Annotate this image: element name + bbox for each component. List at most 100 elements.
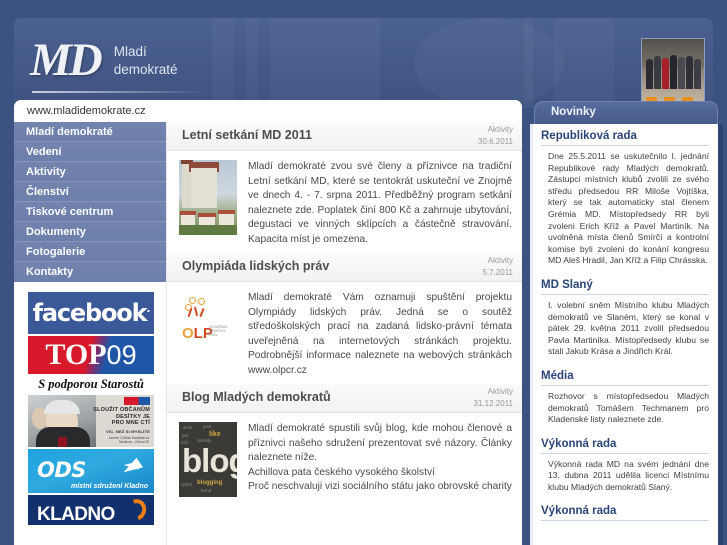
kampan-tie — [58, 437, 67, 447]
kampan-slogan-line4: VÍC, NEŽ SI MYSLÍTE — [105, 428, 150, 434]
thumb-house-roof — [180, 211, 196, 215]
main-content-shell: Mladí demokraté Vedení Aktivity Členství… — [14, 122, 522, 545]
article-date: 5.7.2011 — [482, 267, 513, 277]
article-category: Aktivity — [487, 256, 513, 265]
article-meta: Aktivity 31.12.2011 — [474, 386, 513, 409]
banner-ghost-shape — [524, 18, 533, 108]
news-heading-republikova-rada[interactable]: Republiková rada — [541, 130, 709, 146]
main-navigation: Mladí demokraté Vedení Aktivity Členství… — [14, 122, 166, 282]
article-meta: Aktivity 5.7.2011 — [482, 255, 513, 278]
banner-ghost-shape — [270, 18, 380, 108]
article-thumbnail-olp-logo[interactable]: OLP OLYMPIÁDA LIDSKÝCH PRÁV — [179, 291, 237, 366]
article-title[interactable]: Letní setkání MD 2011 — [182, 128, 312, 142]
ods-subtitle: místní sdružení Kladno — [70, 483, 148, 490]
cloud-word: trend — [201, 488, 212, 493]
news-heading-vykonna-rada-2[interactable]: Výkonná rada — [541, 505, 709, 522]
banner-facebook[interactable]: facebook. — [28, 292, 154, 334]
olp-circle-icon — [198, 298, 205, 305]
sidebar-item-dokumenty[interactable]: Dokumenty — [14, 222, 166, 242]
banner-kampan-chlibec[interactable]: SLOUŽIT OBČANŮM DESÍTKY JE PRO MNE CTÍ V… — [28, 395, 154, 447]
olp-subtitle: OLYMPIÁDA LIDSKÝCH PRÁV — [209, 325, 228, 338]
ods-bird-icon — [120, 456, 144, 473]
article-text: Mladí demokraté zvou své členy a přízniv… — [248, 161, 512, 245]
article-link-2[interactable]: Proč neschvaluji vizi sociálního státu j… — [248, 480, 512, 495]
logo-line-2: demokraté — [113, 62, 178, 77]
article-list: Letní setkání MD 2011 Aktivity 30.6.2011 — [166, 122, 522, 545]
facebook-wordmark: facebook. — [32, 299, 151, 327]
sidebar-item-mladi-demokrate[interactable]: Mladí demokraté — [14, 122, 166, 142]
cloud-word: get — [182, 433, 189, 438]
article-link-1[interactable]: Achillova pata českého vysokého školství — [248, 466, 512, 481]
article-category: Aktivity — [487, 125, 513, 134]
panel-right-edge — [718, 124, 723, 545]
top09-wordmark: TOP09 — [45, 338, 137, 371]
kampan-slogan: SLOUŽIT OBČANŮM DESÍTKY JE PRO MNE CTÍ V… — [88, 407, 150, 435]
thumb-house-roof — [198, 213, 216, 217]
news-heading-media[interactable]: Média — [541, 370, 709, 386]
sidebar-item-aktivity[interactable]: Aktivity — [14, 162, 166, 182]
kladno-swoosh-icon — [122, 495, 150, 525]
olp-figure-icon — [199, 308, 205, 317]
header-group-photo — [641, 38, 705, 108]
sidebar-item-tiskove-centrum[interactable]: Tiskové centrum — [14, 202, 166, 222]
photo-person — [678, 56, 685, 89]
banner-ghost-shape — [414, 18, 564, 108]
ods-wordmark: ODS — [37, 458, 86, 482]
kampan-hair — [44, 400, 80, 414]
logo-wordmark: Mladí demokraté — [114, 43, 178, 79]
site-url-tab[interactable]: www.mladidemokrate.cz — [14, 100, 522, 122]
banner-kladno[interactable]: KLADNO — [28, 495, 154, 525]
kampan-slogan-line1: SLOUŽIT OBČANŮM — [93, 407, 150, 413]
page-root: MD Mladí demokraté www.mladidemokrate.cz… — [0, 0, 727, 545]
thumb-church-body — [191, 168, 217, 208]
logo-underline — [32, 91, 207, 93]
photo-person — [646, 58, 653, 89]
left-sidebar: Mladí demokraté Vedení Aktivity Členství… — [14, 122, 166, 545]
sidebar-item-clenstvi[interactable]: Členství — [14, 182, 166, 202]
site-logo[interactable]: MD Mladí demokraté — [30, 34, 178, 86]
cloud-word: blogging — [197, 480, 223, 486]
banner-starostove[interactable]: S podporou Starostů — [28, 376, 154, 393]
tab-novinky[interactable]: Novinky — [534, 101, 718, 124]
article-date: 31.12.2011 — [473, 398, 513, 408]
cloud-word: like — [209, 431, 221, 438]
photo-person — [694, 58, 701, 89]
cloud-word: post — [203, 424, 212, 429]
news-list: Republiková rada Dne 25.5.2011 se uskute… — [533, 124, 718, 522]
sidebar-item-fotogalerie[interactable]: Fotogalerie — [14, 242, 166, 262]
article-text-main: Mladí demokraté spustili svůj blog, kde … — [248, 423, 512, 463]
article-meta: Aktivity 30.6.2011 — [478, 124, 513, 147]
thumb-house-roof — [218, 210, 235, 214]
sidebar-item-vedeni[interactable]: Vedení — [14, 142, 166, 162]
banner-ghost-shape — [554, 18, 614, 108]
kladno-wordmark: KLADNO — [37, 504, 115, 525]
article-category: Aktivity — [487, 387, 513, 396]
news-panel: Republiková rada Dne 25.5.2011 se uskute… — [530, 124, 718, 545]
news-heading-vykonna-rada-1[interactable]: Výkonná rada — [541, 438, 709, 454]
banner-ghost-shape — [212, 18, 234, 108]
banner-ods-kladno[interactable]: ODS místní sdružení Kladno — [28, 449, 154, 493]
article-body: OLP OLYMPIÁDA LIDSKÝCH PRÁV Mladí demokrat… — [167, 282, 522, 384]
article-title[interactable]: Olympiáda lidských práv — [182, 259, 329, 273]
logo-line-1: Mladí — [113, 44, 147, 59]
site-header-banner: MD Mladí demokraté — [14, 18, 713, 108]
article-date: 30.6.2011 — [478, 136, 513, 146]
logo-initials-md: MD — [30, 34, 103, 86]
banner-top09[interactable]: TOP09 — [28, 336, 154, 374]
photo-person — [686, 55, 693, 89]
article-text: Mladí demokraté Vám oznamuji spuštění pr… — [248, 292, 512, 376]
news-body: Dne 25.5.2011 se uskutečnilo I. jednání … — [548, 151, 709, 266]
sidebar-item-kontakty[interactable]: Kontakty — [14, 262, 166, 282]
article-body: write post like get identity info blog r… — [167, 413, 522, 503]
article-header: Blog Mladých demokratů Aktivity 31.12.20… — [167, 384, 522, 413]
starostove-slogan: S podporou Starostů — [38, 377, 144, 391]
article-thumbnail-blog-wordcloud[interactable]: write post like get identity info blog r… — [179, 422, 237, 497]
article-thumbnail-znojmo[interactable] — [179, 160, 237, 235]
news-heading-md-slany[interactable]: MD Slaný — [541, 279, 709, 295]
olp-circle-icon — [189, 297, 196, 304]
news-body: I. volební sněm Místního klubu Mladých d… — [548, 299, 709, 357]
news-body: Výkonná rada MD na svém jednání dne 13. … — [548, 458, 709, 492]
kampan-signature: Jaromír Chlíbec Kandidát na Senátora – O… — [108, 436, 149, 444]
article-item: Olympiáda lidských práv Aktivity 5.7.201… — [167, 253, 522, 384]
article-title[interactable]: Blog Mladých demokratů — [182, 390, 331, 404]
